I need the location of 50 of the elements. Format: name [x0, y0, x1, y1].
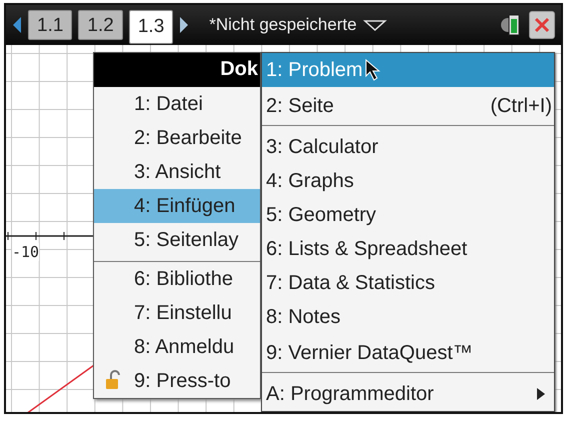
page-tab[interactable]: 1.3: [128, 10, 174, 44]
menu-item[interactable]: 8: Anmeldu: [94, 330, 260, 364]
submenu-item-label: 4: Graphs: [266, 170, 354, 192]
menu-item-label: 8: Anmeldu: [134, 336, 234, 358]
right-arrow-icon[interactable]: [179, 16, 190, 34]
page-tab[interactable]: 1.2: [78, 10, 123, 40]
menu-item[interactable]: 1: Datei: [94, 87, 260, 121]
submenu-item-label: 2: Seite: [266, 94, 334, 118]
menu-item[interactable]: 4: Einfügen: [94, 189, 260, 223]
axis-label: -10: [12, 243, 40, 261]
submenu-item-label: 3: Calculator: [266, 136, 378, 158]
menu-item-label: 4: Einfügen: [134, 195, 236, 217]
submenu-item[interactable]: 4: Graphs: [262, 164, 554, 198]
submenu-item[interactable]: 7: Data & Statistics: [262, 266, 554, 300]
submenu-item-label: 8: Notes: [266, 306, 340, 328]
menu-item-label: 1: Datei: [134, 93, 203, 115]
document-title[interactable]: *Nicht gespeicherte: [209, 15, 357, 35]
close-button[interactable]: [529, 11, 555, 39]
menu-item-label: 5: Seitenlay: [134, 229, 239, 251]
submenu-item-label: 6: Lists & Spreadsheet: [266, 238, 468, 260]
dropdown-icon[interactable]: [362, 18, 387, 32]
left-arrow-icon[interactable]: [12, 16, 22, 34]
menu-item-label: 7: Einstellu: [134, 302, 232, 324]
menu-item[interactable]: 6: Bibliothe: [94, 262, 260, 296]
submenu-item[interactable]: 3: Calculator: [262, 130, 554, 164]
submenu-item-label: 5: Geometry: [266, 204, 376, 226]
submenu-item[interactable]: 5: Geometry: [262, 198, 554, 232]
menu-header: Dok: [94, 53, 260, 87]
menu-item-label: 9: Press-to: [134, 370, 231, 392]
submenu-item-label: 1: Problem: [266, 58, 363, 82]
menu-item[interactable]: 7: Einstellu: [94, 296, 260, 330]
submenu-item-label: A: Programmeditor: [266, 382, 434, 406]
submenu-item[interactable]: 2: Seite (Ctrl+I): [262, 87, 554, 126]
submenu-item[interactable]: 8: Notes: [262, 300, 554, 334]
menu-item[interactable]: 9: Press-to: [94, 364, 260, 398]
menu-item-label: 3: Ansicht: [134, 161, 221, 183]
page-tab[interactable]: 1.1: [28, 10, 72, 40]
menu-item-label: 2: Bearbeite: [134, 127, 242, 149]
submenu-item-label: 9: Vernier DataQuest™: [266, 342, 473, 364]
menu-item[interactable]: 2: Bearbeite: [94, 121, 260, 155]
menu-item[interactable]: 5: Seitenlay: [94, 223, 260, 262]
submenu-item[interactable]: 6: Lists & Spreadsheet: [262, 232, 554, 266]
shortcut-label: (Ctrl+I): [490, 94, 552, 118]
submenu-item[interactable]: 9: Vernier DataQuest™: [262, 334, 554, 373]
submenu-item[interactable]: A: Programmeditor: [262, 377, 554, 411]
submenu-item-label: 7: Data & Statistics: [266, 272, 435, 294]
close-icon: [534, 17, 550, 33]
menu-item[interactable]: 3: Ansicht: [94, 155, 260, 189]
mouse-pointer-icon: [364, 59, 381, 81]
menu-item-label: 6: Bibliothe: [134, 268, 233, 290]
